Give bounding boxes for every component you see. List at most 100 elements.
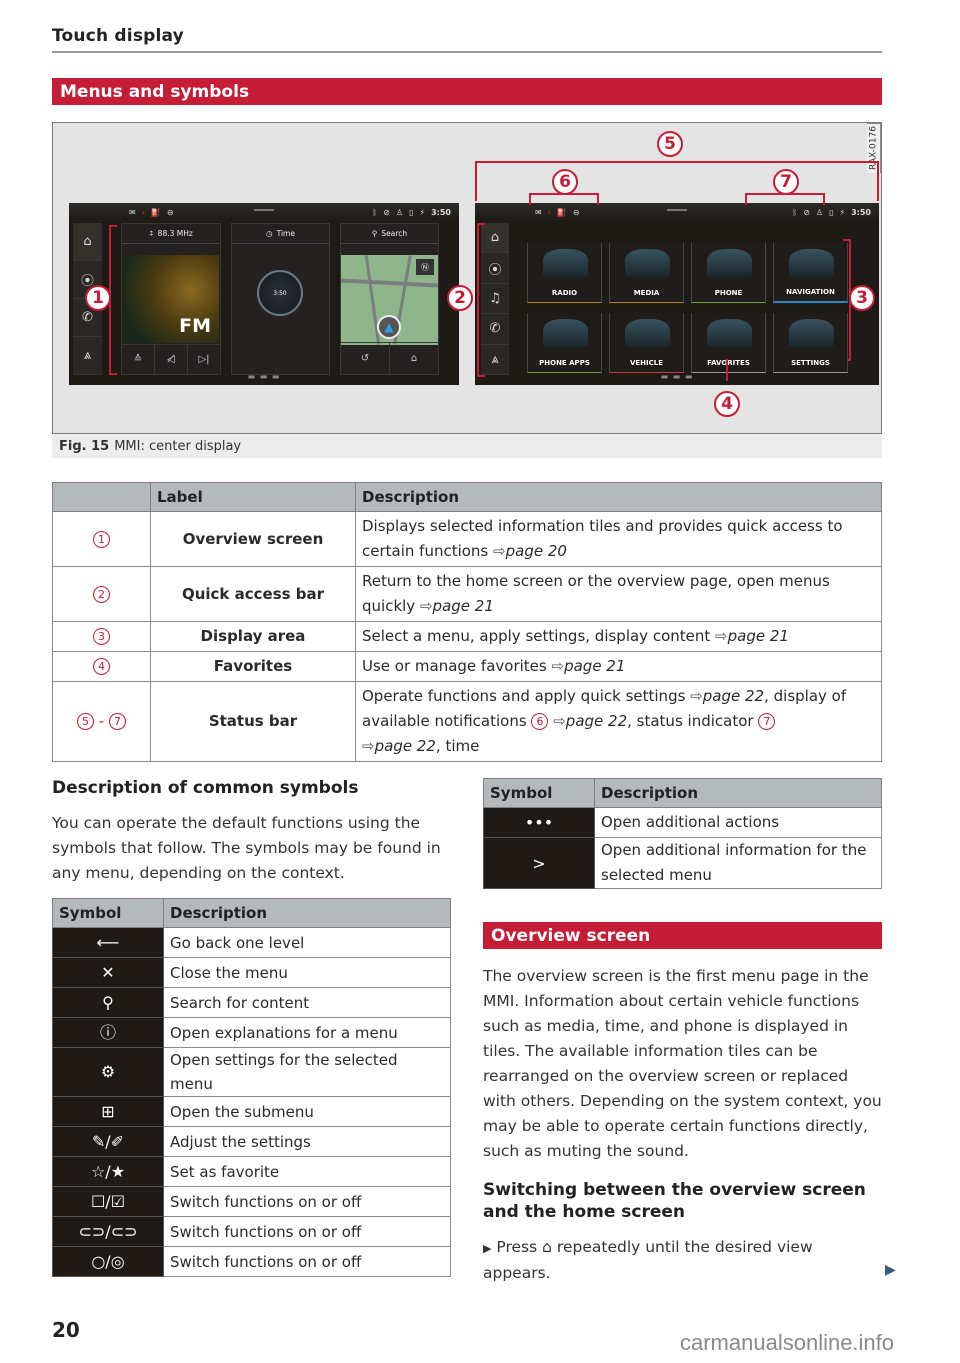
menu-tile-settings[interactable]: SETTINGS: [773, 313, 848, 373]
page-ref-arrow-icon: ⇨: [493, 542, 506, 560]
column-header-description: Description: [163, 898, 451, 928]
page-reference-link[interactable]: page 22: [566, 712, 627, 730]
map-view[interactable]: Ⓝ ▲: [341, 255, 438, 345]
actions-table: Symbol Description ••• Open additional ac…: [483, 778, 882, 889]
back-arrow-icon: ‹: [141, 207, 145, 217]
tile-header: ⍏ 88.3 MHz: [122, 224, 220, 244]
page-reference-link[interactable]: page 21: [433, 597, 494, 615]
tile-radio[interactable]: ⍏ 88.3 MHz FM ≙ ◁̸ ▷|: [121, 223, 221, 375]
menu-tile-vehicle[interactable]: VEHICLE: [609, 313, 684, 373]
media-icon[interactable]: ♫: [481, 283, 509, 315]
menu-tile-phone[interactable]: PHONE: [691, 243, 766, 303]
pull-down-handle[interactable]: [667, 209, 687, 211]
pull-down-handle[interactable]: [254, 209, 274, 211]
signal-icon: ⚡: [839, 207, 846, 217]
search-icon: ⚲: [371, 229, 378, 238]
callout-7: 7: [773, 169, 799, 195]
symbol-description: Switch functions on or off: [163, 1246, 451, 1277]
symbol-description: Adjust the settings: [163, 1126, 451, 1157]
skip-next-icon[interactable]: ▷|: [188, 345, 220, 374]
figure-caption-text: MMI: center display: [114, 438, 242, 454]
page-reference-link[interactable]: page 22: [703, 687, 764, 705]
navigation-icon[interactable]: ⩓: [73, 337, 102, 375]
radio-icon[interactable]: ⦿: [481, 253, 509, 284]
column-header-symbol: Symbol: [52, 898, 164, 928]
menu-tile-media[interactable]: MEDIA: [609, 243, 684, 303]
section-title-menus-and-symbols: Menus and symbols: [52, 78, 882, 105]
page-reference-link[interactable]: page 21: [728, 627, 789, 645]
phone-icon[interactable]: ✆: [481, 314, 509, 345]
table-row: ••• Open additional actions: [483, 807, 882, 838]
user-icon: ♙: [395, 207, 404, 217]
navigation-icon[interactable]: ⩓: [481, 344, 509, 376]
row-label: Favorites: [150, 651, 356, 682]
checkbox-icon: ☐/☑: [52, 1186, 164, 1217]
figure-mmi-center-display: RAX-0176 ✉ ‹ ⛽ ⊖ ᛒ ⊘ ♙ ▯ ⚡ 3:50 ⌂ ⦿ ✆ ⩓: [52, 122, 882, 434]
bluetooth-icon: ᛒ: [372, 207, 378, 217]
table-row: ○/◎ Switch functions on or off: [52, 1246, 451, 1277]
notification-icons: ✉ ‹ ⛽ ⊖: [535, 208, 580, 217]
clock-icon: ◷: [266, 229, 273, 238]
page-reference-link[interactable]: page 21: [564, 657, 625, 675]
page-ref-arrow-icon: ⇨: [715, 627, 728, 645]
notification-icons: ✉ ‹ ⛽ ⊖: [129, 208, 174, 217]
callout-1: 1: [85, 285, 111, 311]
table-row: ✎/✐ Adjust the settings: [52, 1126, 451, 1157]
callout-4: 4: [714, 391, 740, 417]
home-destination-icon[interactable]: ⌂: [390, 343, 438, 374]
callout-number: 4: [93, 658, 110, 675]
tile-header: ⚲ Search: [341, 224, 438, 244]
status-indicators: ᛒ ⊘ ♙ ▯ ⚡ 3:50: [372, 208, 451, 217]
row-description: Displays selected information tiles and …: [355, 511, 882, 567]
callout-number: 6: [531, 713, 549, 730]
page-reference-link[interactable]: page 20: [506, 542, 567, 560]
home-icon[interactable]: ⌂: [73, 223, 102, 261]
quick-access-bar: ⌂ ⦿ ♫ ✆ ⩓: [481, 223, 509, 376]
callout-number: 2: [93, 585, 110, 603]
menu-tile-favorites[interactable]: FAVORITES: [691, 313, 766, 373]
row-description: Return to the home screen or the overvie…: [355, 566, 882, 622]
signal-icon: ⚡: [419, 207, 426, 217]
label-table: Label Description 1 Overview screen Disp…: [52, 482, 882, 762]
table-row: ⚲ Search for content: [52, 987, 451, 1018]
tile-time[interactable]: ◷ Time 3:50: [231, 223, 330, 375]
fuel-icon: ⛽: [150, 207, 161, 217]
table-header-row: Symbol Description: [52, 898, 451, 928]
table-header-row: Label Description: [52, 482, 882, 512]
menu-tile-navigation[interactable]: NAVIGATION: [773, 243, 848, 303]
phone-battery-icon: ▯: [829, 207, 834, 217]
vehicle-position-icon: ▲: [377, 315, 401, 339]
phone-battery-icon: ▯: [409, 207, 414, 217]
menu-tile-radio[interactable]: RADIO: [527, 243, 602, 303]
mute-icon[interactable]: ◁̸: [155, 345, 188, 374]
symbol-description: Open settings for the selected menu: [163, 1047, 451, 1097]
menu-tile-phone-apps[interactable]: PHONE APPS: [527, 313, 602, 373]
equalizer-icon[interactable]: ≙: [122, 345, 155, 374]
table-row: 1 Overview screen Displays selected info…: [52, 511, 882, 567]
symbol-description: Switch functions on or off: [163, 1216, 451, 1247]
page-ref-arrow-icon: ⇨: [553, 712, 566, 730]
history-icon[interactable]: ↺: [341, 343, 390, 374]
home-icon: ⌂: [542, 1238, 552, 1256]
home-icon[interactable]: ⌂: [481, 223, 509, 254]
close-icon: ✕: [52, 957, 164, 988]
symbol-description: Open explanations for a menu: [163, 1017, 451, 1048]
table-row: ⊞ Open the submenu: [52, 1096, 451, 1127]
callout-bracket-2: [477, 223, 485, 377]
row-label: Overview screen: [150, 511, 356, 567]
table-header-row: Symbol Description: [483, 778, 882, 808]
page-number: 20: [52, 1318, 80, 1342]
watermark: carmanualsonline.info: [680, 1330, 895, 1355]
table-row: ⊂⊃/⊂⊃ Switch functions on or off: [52, 1216, 451, 1247]
back-icon: ⟵: [52, 927, 164, 958]
radio-controls: ≙ ◁̸ ▷|: [122, 344, 220, 374]
row-description: Operate functions and apply quick settin…: [355, 681, 882, 762]
compass-north-icon[interactable]: Ⓝ: [416, 259, 434, 275]
table-row: 3 Display area Select a menu, apply sett…: [52, 621, 882, 652]
tile-navigation[interactable]: ⚲ Search Ⓝ ▲ ↺ ⌂: [340, 223, 439, 375]
callout-6: 6: [552, 169, 578, 195]
star-icon: ☆/★: [52, 1156, 164, 1187]
row-description: Use or manage favorites ⇨page 21: [355, 651, 882, 682]
radio-button-icon: ○/◎: [52, 1246, 164, 1277]
page-reference-link[interactable]: page 22: [375, 737, 436, 755]
